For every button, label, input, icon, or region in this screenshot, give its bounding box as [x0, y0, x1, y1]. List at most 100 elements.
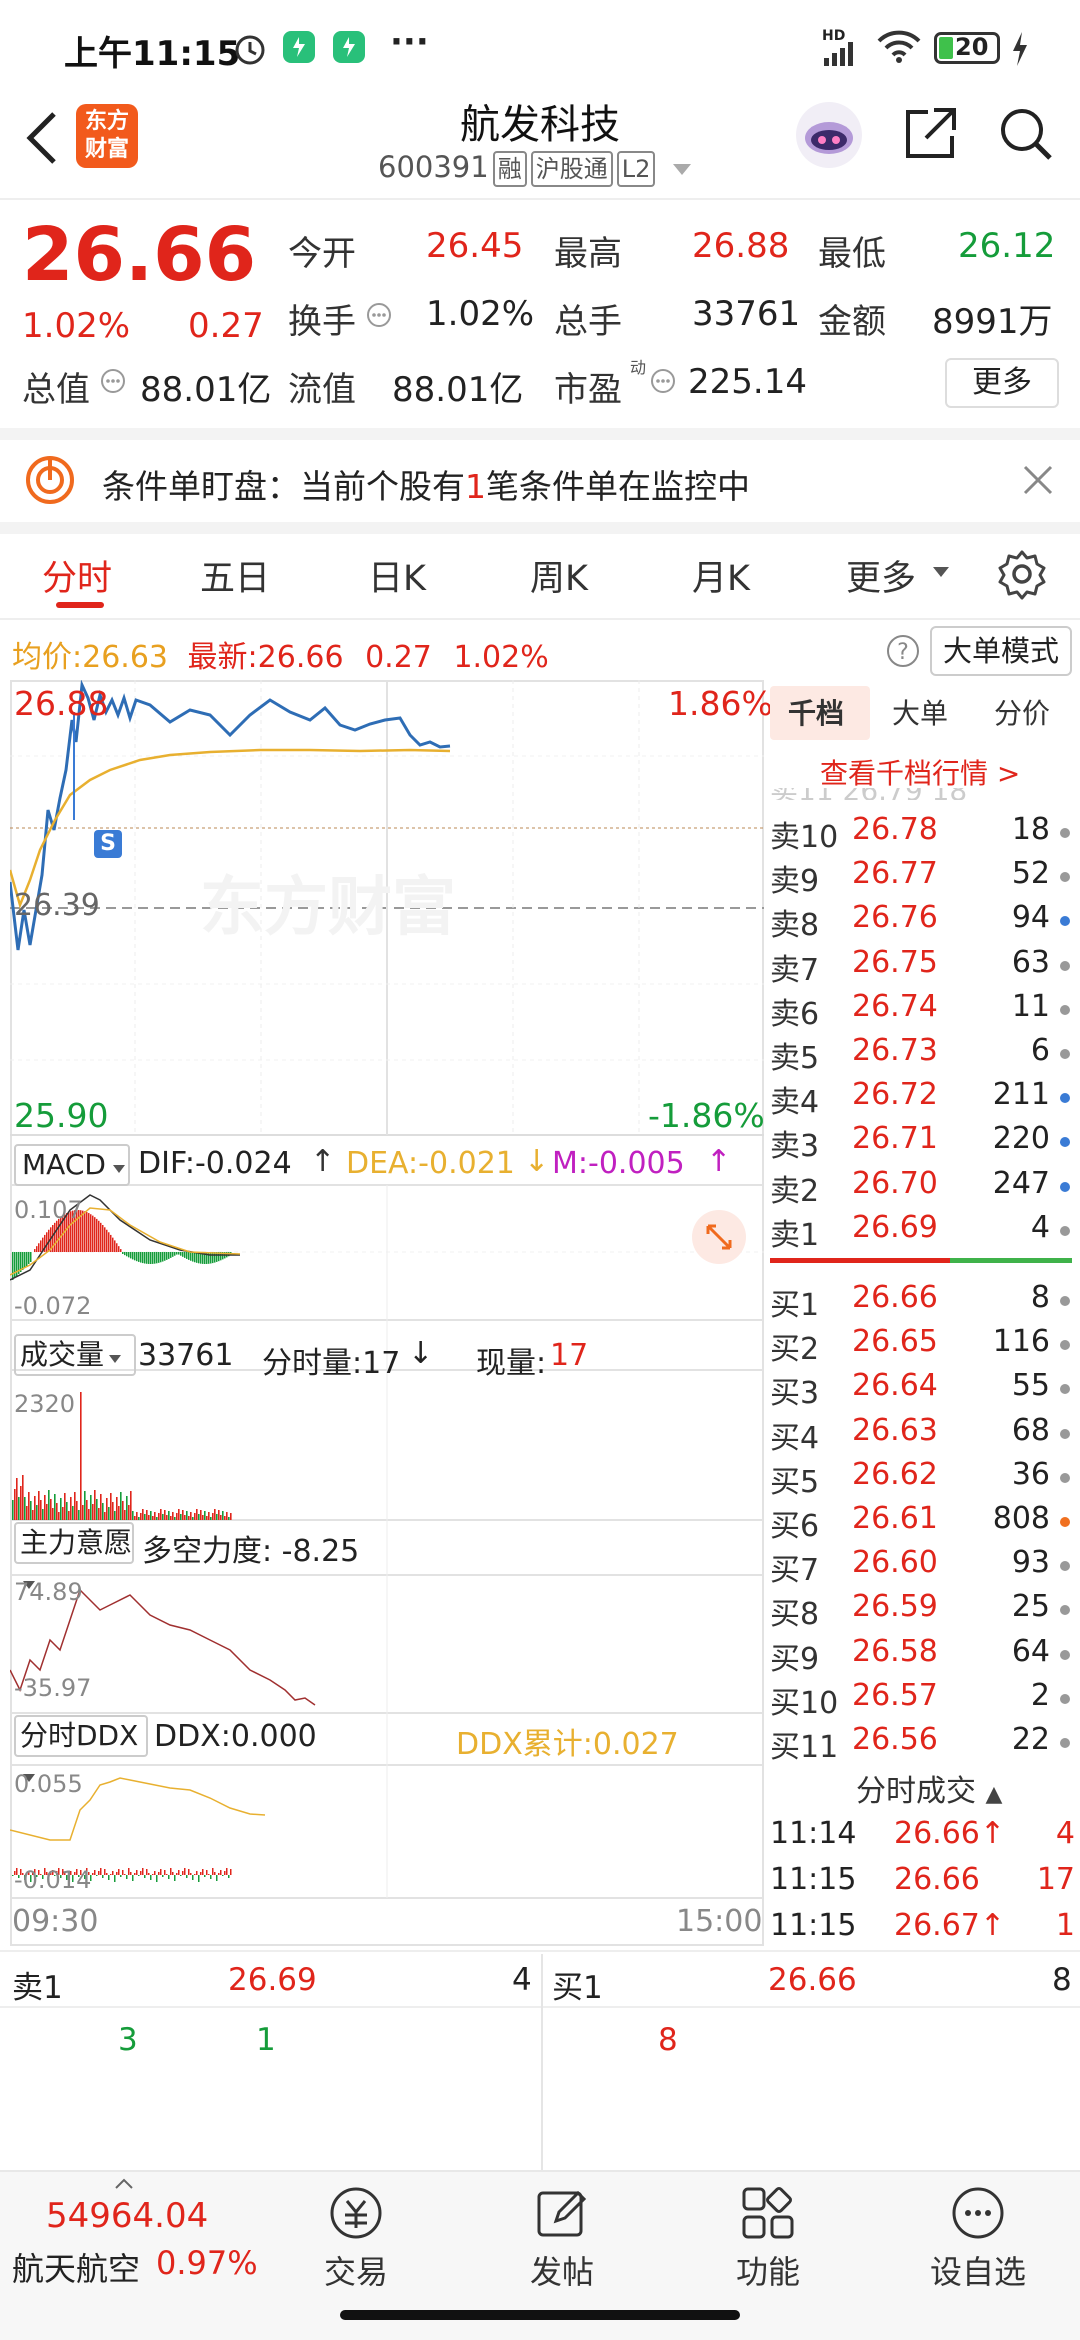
sell-signal-marker[interactable]: S	[94, 830, 122, 858]
volume-bar	[18, 1497, 20, 1520]
info-icon[interactable]	[100, 368, 126, 394]
ddx-bar	[168, 1875, 170, 1879]
order-volume: 11	[1011, 988, 1050, 1024]
order-price: 26.74	[852, 988, 938, 1024]
nav-add-watchlist[interactable]: 设自选	[913, 2185, 1043, 2293]
robot-assistant-icon[interactable]	[794, 100, 864, 170]
volume-bar	[34, 1496, 36, 1520]
volume-bar	[86, 1500, 88, 1520]
volume-bar	[208, 1512, 210, 1520]
macd-dea: DEA:-0.021	[346, 1146, 515, 1181]
nav-functions[interactable]: 功能	[703, 2185, 833, 2293]
volume-bar	[60, 1498, 62, 1520]
ddx-bar	[166, 1874, 168, 1875]
sell-order-row[interactable]: 卖10 26.78 18	[770, 812, 1070, 856]
tab-weekly-k[interactable]: 周K	[530, 550, 588, 601]
share-icon[interactable]	[902, 104, 960, 162]
tab-monthly-k[interactable]: 月K	[692, 550, 750, 601]
volume-bar	[164, 1510, 166, 1520]
buy-order-row[interactable]: 买8 26.59 25	[770, 1589, 1070, 1633]
volume-bar	[126, 1496, 128, 1520]
help-icon[interactable]: ?	[886, 634, 920, 668]
stock-code-row[interactable]: 600391 融沪股通 L2	[378, 150, 693, 187]
tab-intraday[interactable]: 分时	[42, 550, 112, 601]
sell-order-row[interactable]: 卖3 26.71 220	[770, 1121, 1070, 1165]
info-icon[interactable]	[650, 368, 676, 394]
macd-histogram-bar	[160, 1252, 162, 1263]
volume-selector[interactable]: 成交量	[14, 1334, 136, 1376]
tab-daily-k[interactable]: 日K	[368, 550, 426, 601]
view-depth-link[interactable]: 查看千档行情 >	[820, 752, 1020, 792]
more-quote-button[interactable]: 更多	[945, 358, 1059, 408]
order-level-label: 卖5	[770, 1041, 820, 1076]
ddx-bar	[150, 1875, 152, 1880]
pe-label[interactable]: 市盈	[554, 362, 622, 411]
volume-bar	[182, 1510, 184, 1520]
volume-bar	[20, 1486, 22, 1520]
tab-order-depth[interactable]: 千档	[788, 692, 844, 732]
tab-more[interactable]: 更多	[846, 550, 916, 601]
volume-bar	[136, 1512, 138, 1520]
macd-histogram-bar	[148, 1252, 150, 1264]
order-volume: 22	[1011, 1722, 1050, 1757]
sell-order-row[interactable]: 卖7 26.75 63	[770, 945, 1070, 989]
nav-post[interactable]: 发帖	[497, 2185, 627, 2293]
buy-order-row[interactable]: 买1 26.66 8	[770, 1280, 1070, 1324]
index-value[interactable]: 54964.04	[46, 2196, 208, 2236]
high-label: 最高	[554, 234, 622, 274]
volume-bar	[168, 1511, 170, 1520]
buy-order-row[interactable]: 买6 26.61 808	[770, 1501, 1070, 1545]
search-icon[interactable]	[996, 104, 1056, 164]
main-force-selector[interactable]: 主力意愿	[14, 1522, 134, 1589]
buy-order-row[interactable]: 买3 26.64 55	[770, 1368, 1070, 1412]
buy-order-row[interactable]: 买9 26.58 64	[770, 1634, 1070, 1678]
sell-order-row[interactable]: 卖1 26.69 4	[770, 1210, 1070, 1254]
best-quote-row	[0, 1954, 1080, 2008]
expand-icon[interactable]	[690, 1208, 748, 1266]
turnover-label[interactable]: 换手	[288, 294, 356, 343]
sell-order-row[interactable]: 卖6 26.74 11	[770, 989, 1070, 1033]
ddx-bar	[156, 1875, 158, 1882]
order-price: 26.70	[852, 1165, 938, 1201]
macd-selector[interactable]: MACD	[14, 1144, 130, 1186]
buy-order-row[interactable]: 买7 26.60 93	[770, 1545, 1070, 1589]
tab-price-dist[interactable]: 分价	[994, 692, 1050, 732]
ddx-bar	[176, 1873, 178, 1875]
sell-order-row[interactable]: 卖9 26.77 52	[770, 856, 1070, 900]
order-level-label: 卖1	[770, 1217, 820, 1253]
macd-dif: DIF:-0.024	[138, 1146, 292, 1181]
buy-order-row[interactable]: 买5 26.62 36	[770, 1457, 1070, 1501]
nav-trade[interactable]: 交易	[291, 2185, 421, 2293]
sell-order-row[interactable]: 卖4 26.72 211	[770, 1077, 1070, 1121]
ddx-selector[interactable]: 分时DDX	[14, 1715, 148, 1782]
settings-gear-icon[interactable]	[996, 548, 1048, 600]
order-volume: 64	[1011, 1633, 1050, 1669]
condition-order-alert[interactable]: 条件单盯盘：当前个股有1笔条件单在监控中	[102, 460, 750, 508]
ddx-bar	[220, 1870, 222, 1875]
close-icon[interactable]	[1020, 462, 1056, 498]
buy-order-row[interactable]: 买4 26.63 68	[770, 1413, 1070, 1457]
big-order-mode-button[interactable]: 大单模式	[930, 626, 1072, 676]
macd-histogram-bar	[184, 1252, 186, 1258]
info-icon[interactable]	[366, 302, 392, 328]
pe-dynamic-mark: 动	[630, 358, 647, 377]
mktcap-label[interactable]: 总值	[22, 362, 90, 411]
tab-big-orders[interactable]: 大单	[892, 692, 948, 732]
sell-order-row[interactable]: 卖2 26.70 247	[770, 1166, 1070, 1210]
tab-five-day[interactable]: 五日	[200, 550, 270, 601]
sell-order-row[interactable]: 卖8 26.76 94	[770, 900, 1070, 944]
volume-bar	[88, 1509, 90, 1520]
macd-histogram-bar	[30, 1252, 32, 1262]
buy-order-row[interactable]: 买2 26.65 116	[770, 1324, 1070, 1368]
ddx-bar	[172, 1872, 174, 1875]
buy-order-row[interactable]: 买11 26.56 22	[770, 1722, 1070, 1766]
volume-bar	[154, 1512, 156, 1520]
battery-icon: 20	[934, 32, 1000, 64]
index-name[interactable]: 航天航空	[12, 2244, 140, 2290]
buy-order-row[interactable]: 买10 26.57 2	[770, 1678, 1070, 1722]
volume-bar	[30, 1501, 32, 1520]
trades-title[interactable]: 分时成交 ▲	[856, 1766, 1002, 1810]
expand-up-icon[interactable]	[114, 2178, 134, 2190]
sell-order-row[interactable]: 卖5 26.73 6	[770, 1033, 1070, 1077]
trade-volume: 4	[1055, 1816, 1075, 1851]
